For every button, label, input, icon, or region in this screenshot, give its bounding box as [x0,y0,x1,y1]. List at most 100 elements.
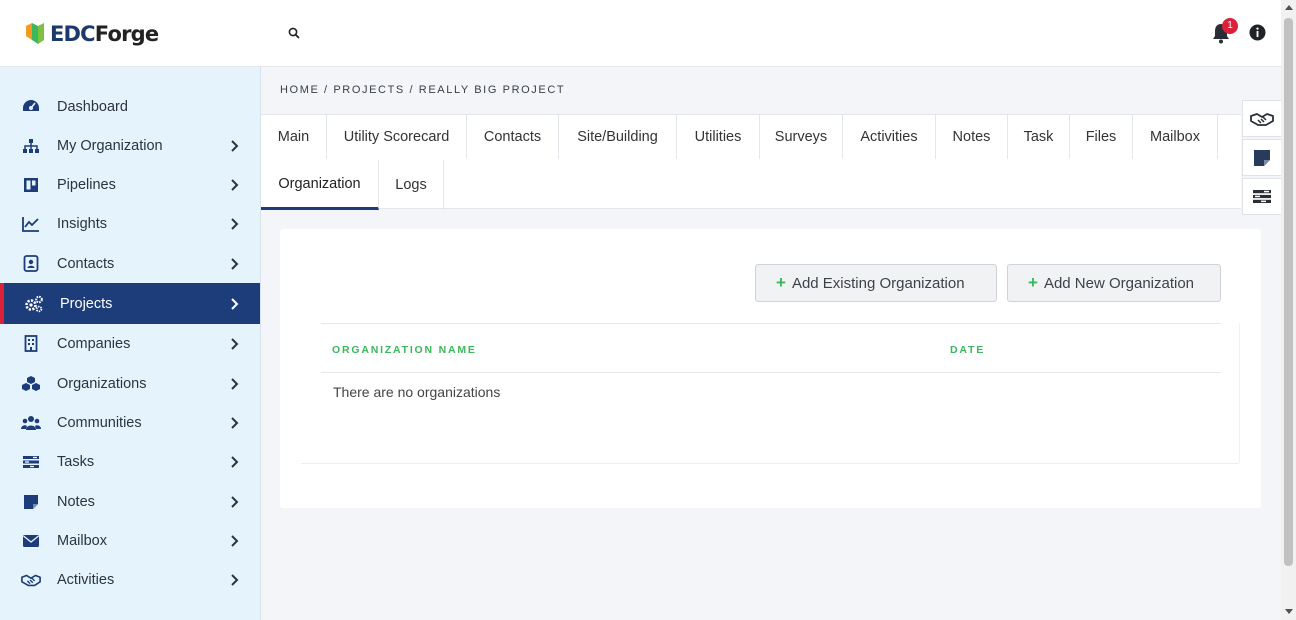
quick-notes-button[interactable] [1242,139,1282,176]
contact-card-icon [21,254,41,274]
sidebar-item-contacts[interactable]: Contacts [0,244,260,283]
sidebar-item-my-organization[interactable]: My Organization [0,126,260,165]
sidebar-item-label: My Organization [57,137,163,154]
tab-files[interactable]: Files [1070,115,1133,159]
chevron-right-icon [231,377,239,390]
tab-contacts[interactable]: Contacts [467,115,559,159]
handshake-icon [21,570,41,590]
sidebar-item-label: Communities [57,414,142,431]
tab-activities[interactable]: Activities [843,115,936,159]
chevron-right-icon [231,495,239,508]
edc-forge-logo[interactable]: EDCForge [24,20,159,47]
cubes-icon [21,374,41,394]
sidebar-item-label: Organizations [57,375,147,392]
add-new-organization-button[interactable]: + Add New Organization [1007,264,1221,302]
notification-count-badge: 1 [1222,18,1238,34]
sidebar-item-mailbox[interactable]: Mailbox [0,521,260,560]
sidebar-item-companies[interactable]: Companies [0,324,260,363]
tab-site-building[interactable]: Site/Building [559,115,677,159]
tab-task[interactable]: Task [1008,115,1070,159]
logo-text: EDCForge [50,21,159,46]
sticky-note-icon [21,492,41,512]
sidebar-item-label: Mailbox [57,532,107,549]
info-icon[interactable] [1249,24,1266,41]
add-existing-organization-button[interactable]: + Add Existing Organization [755,264,997,302]
line-chart-icon [21,214,41,234]
empty-table-message: There are no organizations [333,384,501,400]
chevron-right-icon [231,534,239,547]
plus-icon: + [776,273,786,292]
active-indicator [0,283,4,324]
sidebar-nav: Dashboard My Organization Pipelines Insi… [0,67,261,620]
table-divider [301,463,1239,464]
chevron-right-icon [231,455,239,468]
chevron-right-icon [231,297,239,310]
sidebar-item-label: Projects [60,295,113,312]
scroll-up-arrow-icon[interactable] [1285,5,1293,10]
pipeline-board-icon [21,175,41,195]
sidebar-item-label: Pipelines [57,176,116,193]
logo-text-edc: EDC [50,21,96,46]
column-header-organization-name[interactable]: ORGANIZATION NAME [332,344,477,356]
sidebar-item-tasks[interactable]: Tasks [0,442,260,481]
org-chart-icon [21,136,41,156]
sidebar-item-label: Insights [57,215,107,232]
tab-utility-scorecard[interactable]: Utility Scorecard [327,115,467,159]
scroll-down-arrow-icon[interactable] [1285,609,1293,614]
chevron-right-icon [231,178,239,191]
sidebar-item-pipelines[interactable]: Pipelines [0,165,260,204]
chevron-right-icon [231,217,239,230]
page-scrollbar[interactable] [1281,0,1296,620]
sidebar-item-communities[interactable]: Communities [0,403,260,442]
building-icon [21,334,41,354]
tab-notes[interactable]: Notes [936,115,1008,159]
sidebar-item-insights[interactable]: Insights [0,204,260,243]
tab-organization[interactable]: Organization [261,160,379,210]
sidebar-item-label: Contacts [57,255,115,272]
sidebar-item-activities[interactable]: Activities [0,560,260,599]
tab-mailbox[interactable]: Mailbox [1133,115,1218,159]
project-tabs: Main Utility Scorecard Contacts Site/Bui… [261,114,1241,210]
tab-surveys[interactable]: Surveys [760,115,843,159]
envelope-icon [21,531,41,551]
sidebar-item-label: Companies [57,335,131,352]
chevron-right-icon [231,337,239,350]
tab-utilities[interactable]: Utilities [677,115,760,159]
gears-icon [24,294,44,314]
sidebar-item-dashboard[interactable]: Dashboard [0,87,260,126]
quick-actions-panel [1242,100,1282,216]
table-divider [321,323,1221,324]
organization-panel: + Add Existing Organization + Add New Or… [280,229,1261,508]
handshake-icon [1250,112,1274,126]
chevron-right-icon [231,139,239,152]
tab-main[interactable]: Main [261,115,327,159]
users-icon [21,413,41,433]
sidebar-item-label: Tasks [57,453,95,470]
tasks-icon [1253,190,1271,203]
sidebar-item-label: Dashboard [57,98,128,115]
breadcrumb[interactable]: HOME / PROJECTS / REALLY BIG PROJECT [280,84,565,96]
logo-mark-icon [26,23,44,44]
plus-icon: + [1028,273,1038,292]
chevron-right-icon [231,416,239,429]
sidebar-item-label: Activities [57,571,115,588]
top-header: EDCForge 1 [0,0,1281,67]
table-divider [321,372,1221,373]
tab-logs[interactable]: Logs [379,160,444,210]
quick-tasks-button[interactable] [1242,178,1282,215]
quick-activities-button[interactable] [1242,100,1282,137]
search-icon[interactable] [285,24,305,44]
add-existing-organization-label: Add Existing Organization [791,274,965,292]
scrollbar-thumb[interactable] [1284,18,1293,566]
sidebar-item-projects[interactable]: Projects [0,283,260,324]
logo-text-forge: Forge [94,21,159,46]
table-edge [1239,323,1240,463]
dashboard-icon [21,97,41,117]
sticky-note-icon [1254,149,1270,166]
chevron-right-icon [231,573,239,586]
tasks-icon [21,452,41,472]
sidebar-item-label: Notes [57,493,95,510]
sidebar-item-organizations[interactable]: Organizations [0,364,260,403]
column-header-date[interactable]: DATE [950,344,985,356]
sidebar-item-notes[interactable]: Notes [0,482,260,521]
